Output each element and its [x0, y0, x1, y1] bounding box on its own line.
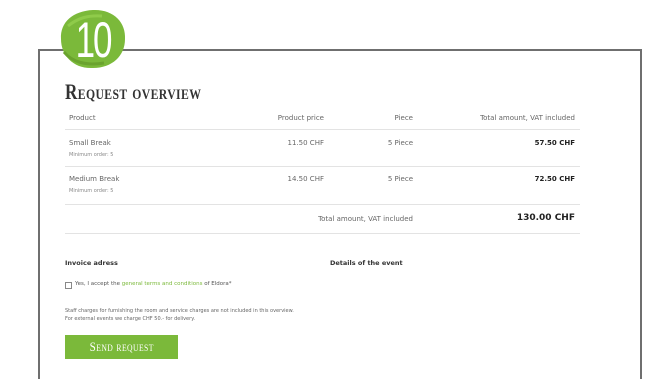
terms-link[interactable]: general terms and conditions: [122, 281, 203, 287]
table-divider: [65, 166, 580, 167]
table-row-min-order: Minimum order: 5: [69, 152, 114, 158]
table-row-product: Medium Break: [69, 175, 120, 183]
column-header-total: Total amount, VAT included: [480, 114, 575, 122]
column-header-price: Product price: [277, 114, 324, 122]
column-header-piece: Piece: [394, 114, 413, 122]
table-row-total: 72.50 CHF: [534, 175, 575, 183]
table-divider: [65, 233, 580, 234]
table-row-piece: 5 Piece: [387, 139, 413, 147]
table-row-piece: 5 Piece: [387, 175, 413, 183]
column-header-product: Product: [69, 114, 96, 122]
terms-label: Yes, I accept the general terms and cond…: [75, 281, 232, 287]
terms-prefix: Yes, I accept the: [75, 281, 122, 287]
total-value: 130.00 CHF: [516, 213, 575, 223]
step-badge: 10: [58, 8, 128, 70]
table-row-price: 11.50 CHF: [287, 139, 324, 147]
terms-checkbox[interactable]: [65, 282, 72, 289]
terms-suffix: of Eldora*: [202, 281, 232, 287]
table-divider: [65, 204, 580, 205]
invoice-address-heading: Invoice adress: [65, 259, 118, 267]
table-row-min-order: Minimum order: 5: [69, 188, 114, 194]
table-row-total: 57.50 CHF: [534, 139, 575, 147]
table-row-product: Small Break: [69, 139, 111, 147]
table-row-price: 14.50 CHF: [287, 175, 324, 183]
step-number: 10: [75, 12, 113, 68]
send-request-button[interactable]: Send request: [65, 335, 178, 359]
total-label: Total amount, VAT included: [318, 215, 413, 223]
table-divider: [65, 129, 580, 130]
send-request-label: Send request: [89, 339, 154, 354]
page-title: Request overview: [65, 79, 202, 104]
delivery-note: Staff charges for furnishing the room an…: [65, 308, 294, 322]
event-details-heading: Details of the event: [330, 259, 403, 267]
